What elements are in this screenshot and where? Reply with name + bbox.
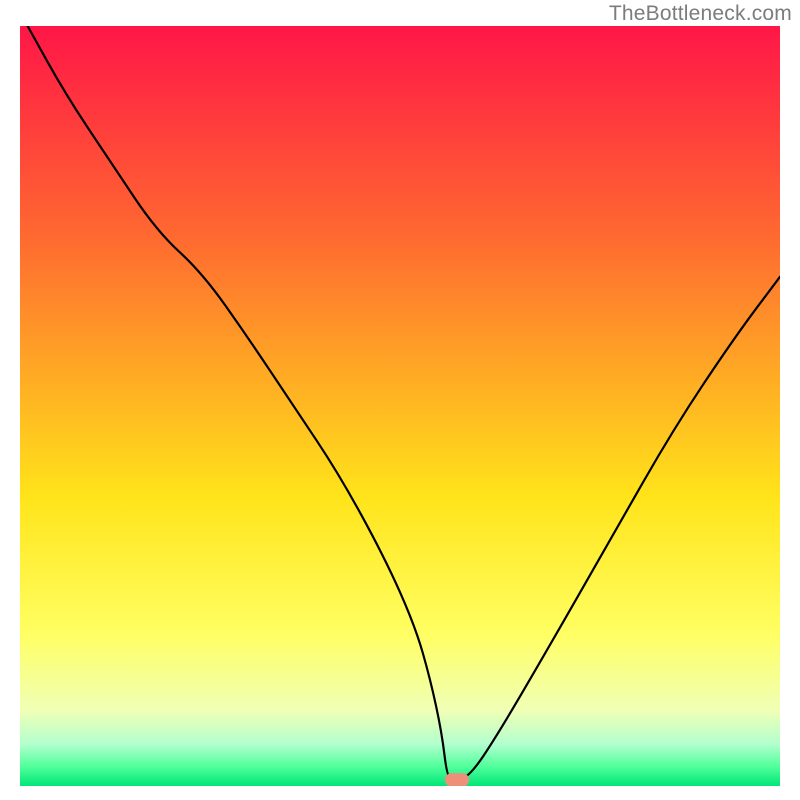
chart-container: TheBottleneck.com: [0, 0, 800, 800]
watermark-text: TheBottleneck.com: [609, 2, 792, 26]
optimal-point-marker: [445, 773, 469, 786]
chart-background: [20, 26, 780, 786]
plot-area: [20, 26, 780, 786]
chart-svg: [20, 26, 780, 786]
